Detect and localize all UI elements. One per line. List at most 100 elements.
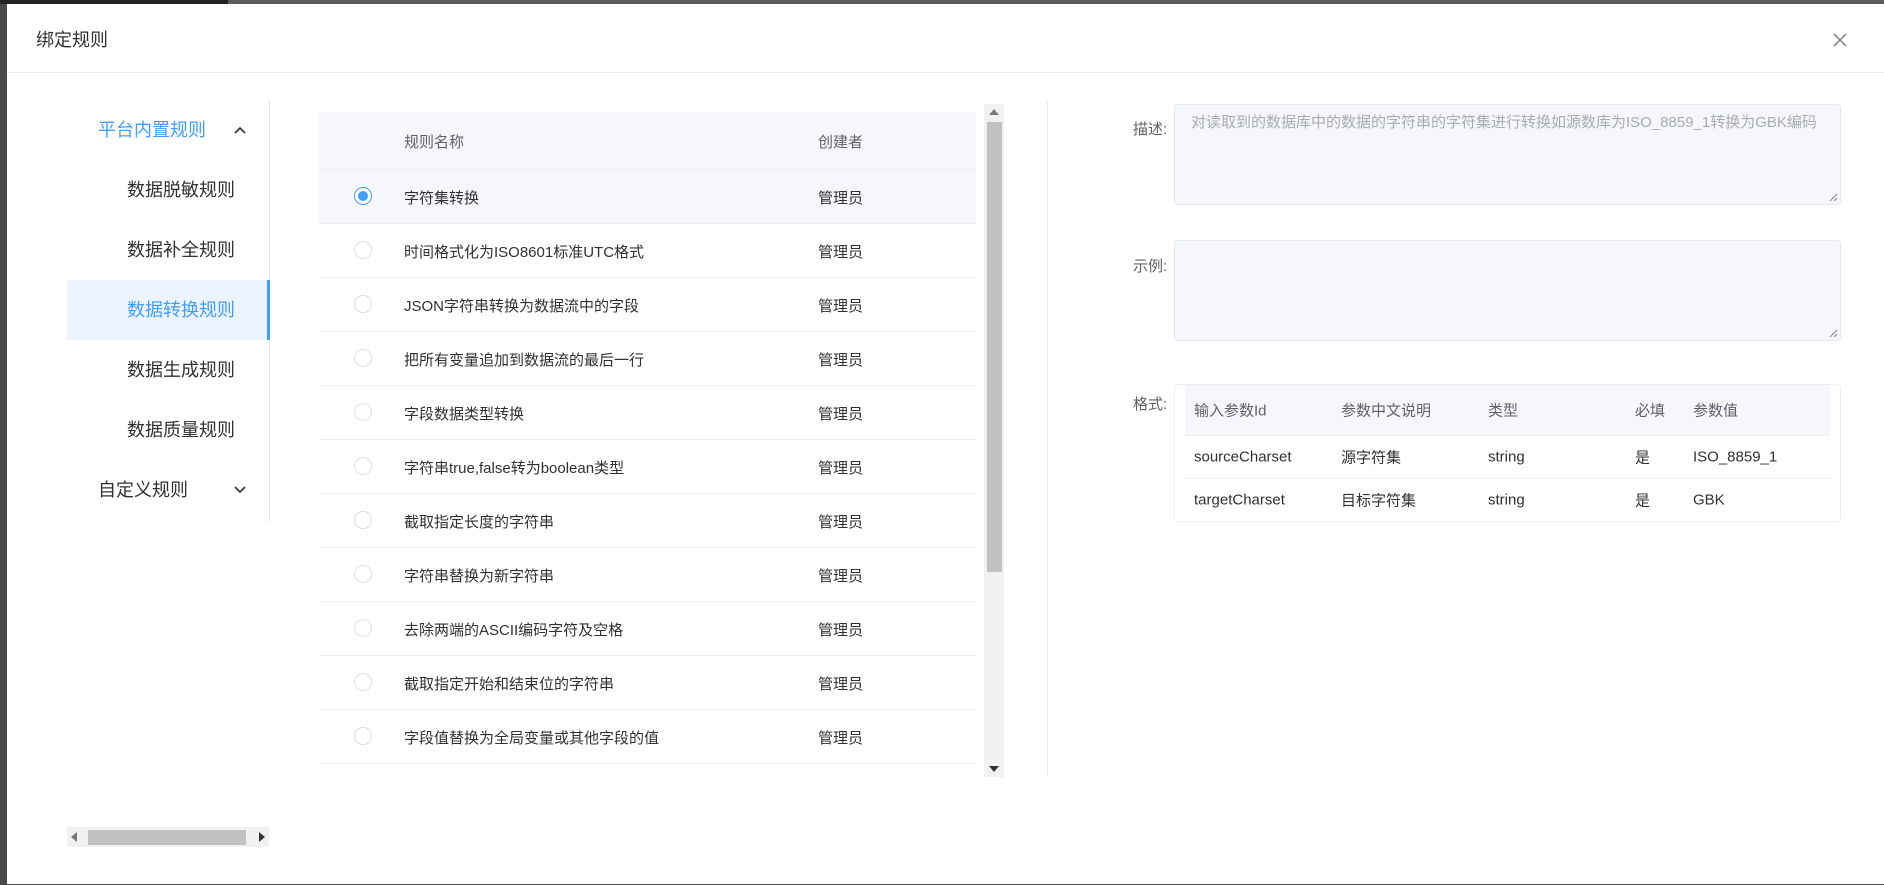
rule-name: 截取指定长度的字符串 [404, 514, 555, 531]
rule-owner: 管理员 [818, 244, 864, 261]
format-label: 格式: [1133, 396, 1168, 413]
row-radio[interactable] [354, 727, 372, 745]
table-row[interactable]: 去除两端的ASCII编码字符及空格 管理员 [319, 602, 976, 656]
param-value: GBK [1693, 491, 1725, 509]
param-table-inner: 输入参数Id 参数中文说明 类型 必填 参数值 sourceCharset 源字… [1185, 385, 1830, 521]
row-radio[interactable] [354, 187, 372, 205]
param-table-header: 输入参数Id 参数中文说明 类型 必填 参数值 [1185, 385, 1830, 436]
row-radio[interactable] [354, 619, 372, 637]
param-header-desc: 参数中文说明 [1341, 402, 1432, 420]
rule-name: 把所有变量追加到数据流的最后一行 [404, 352, 645, 369]
menu-horizontal-scrollbar[interactable] [67, 827, 269, 847]
description-text: 对读取到的数据库中的数据的字符串的字符集进行转换如源数库为ISO_8859_1转… [1191, 114, 1817, 131]
panel-divider [1047, 100, 1048, 777]
table-header: 规则名称 创建者 [319, 112, 976, 170]
table-row[interactable]: 把所有变量追加到数据流的最后一行 管理员 [319, 332, 976, 386]
menu-item-label: 数据转换规则 [127, 300, 235, 320]
rule-name: 去除两端的ASCII编码字符及空格 [404, 622, 624, 639]
param-header-value: 参数值 [1693, 402, 1739, 420]
rule-name: JSON字符串转换为数据流中的字段 [404, 298, 640, 315]
param-id: targetCharset [1194, 491, 1285, 509]
scroll-right-arrow-icon[interactable] [259, 832, 265, 842]
rule-name: 字符串替换为新字符串 [404, 568, 555, 585]
scroll-left-arrow-icon[interactable] [71, 832, 77, 842]
row-radio[interactable] [354, 295, 372, 313]
param-required: 是 [1635, 492, 1651, 510]
menu-item-label: 数据生成规则 [127, 360, 235, 380]
table-vertical-scrollbar[interactable] [984, 104, 1004, 777]
example-label: 示例: [1133, 258, 1168, 275]
menu-item-quality[interactable]: 数据质量规则 [67, 400, 269, 460]
rule-owner: 管理员 [818, 622, 864, 639]
table-row[interactable]: 字符串true,false转为boolean类型 管理员 [319, 440, 976, 494]
param-row: sourceCharset 源字符集 string 是 ISO_8859_1 [1185, 436, 1830, 479]
rule-owner: 管理员 [818, 460, 864, 477]
scroll-up-arrow-icon[interactable] [989, 109, 999, 115]
resize-handle-icon[interactable] [1829, 329, 1838, 338]
menu-item-label: 数据质量规则 [127, 420, 235, 440]
rule-owner: 管理员 [818, 676, 864, 693]
row-radio[interactable] [354, 565, 372, 583]
scrollbar-thumb[interactable] [88, 830, 246, 845]
dialog-title: 绑定规则 [36, 30, 108, 50]
row-radio[interactable] [354, 511, 372, 529]
rule-table: 规则名称 创建者 字符集转换 管理员 时间格式化为ISO8601标准UTC格式 管理… [319, 112, 976, 777]
table-row[interactable]: 截取指定开始和结束位的字符串 管理员 [319, 656, 976, 710]
param-type: string [1488, 448, 1525, 466]
param-desc: 目标字符集 [1341, 492, 1417, 510]
description-textarea[interactable]: 对读取到的数据库中的数据的字符串的字符集进行转换如源数库为ISO_8859_1转… [1174, 104, 1841, 205]
table-row[interactable]: 字段数据类型转换 管理员 [319, 386, 976, 440]
menu-item-desensitize[interactable]: 数据脱敏规则 [67, 160, 269, 220]
row-radio[interactable] [354, 403, 372, 421]
table-row[interactable]: 时间格式化为ISO8601标准UTC格式 管理员 [319, 224, 976, 278]
row-radio[interactable] [354, 349, 372, 367]
rule-owner: 管理员 [818, 190, 864, 207]
menu-group-builtin[interactable]: 平台内置规则 [67, 100, 269, 160]
param-table: 输入参数Id 参数中文说明 类型 必填 参数值 sourceCharset 源字… [1174, 384, 1841, 522]
param-required: 是 [1635, 449, 1651, 467]
param-desc: 源字符集 [1341, 449, 1402, 467]
rule-name: 字段数据类型转换 [404, 406, 525, 423]
param-row: targetCharset 目标字符集 string 是 GBK [1185, 479, 1830, 521]
param-id: sourceCharset [1194, 448, 1292, 466]
description-label: 描述: [1133, 121, 1168, 138]
menu-item-label: 数据脱敏规则 [127, 180, 235, 200]
menu-item-transform[interactable]: 数据转换规则 [67, 280, 270, 340]
rule-owner: 管理员 [818, 352, 864, 369]
rule-name: 字符集转换 [404, 190, 480, 207]
dialog-header: 绑定规则 [7, 4, 1884, 73]
rule-name: 字符串true,false转为boolean类型 [404, 460, 625, 477]
row-radio[interactable] [354, 457, 372, 475]
param-value: ISO_8859_1 [1693, 448, 1778, 466]
menu-group-custom[interactable]: 自定义规则 [67, 460, 269, 520]
row-radio[interactable] [354, 673, 372, 691]
table-row[interactable]: 截取指定长度的字符串 管理员 [319, 494, 976, 548]
menu-item-complete[interactable]: 数据补全规则 [67, 220, 269, 280]
rule-name: 字段值替换为全局变量或其他字段的值 [404, 730, 660, 747]
rule-owner: 管理员 [818, 568, 864, 585]
column-header-owner: 创建者 [818, 134, 864, 151]
menu-item-generate[interactable]: 数据生成规则 [67, 340, 269, 400]
scroll-down-arrow-icon[interactable] [989, 766, 999, 772]
menu-group-label: 自定义规则 [98, 480, 188, 500]
rule-owner: 管理员 [818, 406, 864, 423]
param-type: string [1488, 491, 1525, 509]
table-body: 字符集转换 管理员 时间格式化为ISO8601标准UTC格式 管理员 JSON字符串… [319, 170, 976, 764]
param-header-type: 类型 [1488, 402, 1519, 420]
close-icon[interactable] [1832, 32, 1848, 48]
table-row[interactable]: JSON字符串转换为数据流中的字段 管理员 [319, 278, 976, 332]
table-row[interactable]: 字段值替换为全局变量或其他字段的值 管理员 [319, 710, 976, 764]
rule-category-menu: 平台内置规则 数据脱敏规则 数据补全规则 数据转换规则 数据生成规则 数据质量规… [67, 100, 270, 522]
param-header-id: 输入参数Id [1194, 402, 1267, 420]
table-row[interactable]: 字符串替换为新字符串 管理员 [319, 548, 976, 602]
table-row[interactable]: 字符集转换 管理员 [319, 170, 976, 224]
row-radio[interactable] [354, 241, 372, 259]
param-header-required: 必填 [1635, 402, 1666, 420]
menu-group-label: 平台内置规则 [98, 120, 206, 140]
resize-handle-icon[interactable] [1829, 193, 1838, 202]
rule-name: 截取指定开始和结束位的字符串 [404, 676, 615, 693]
rule-name: 时间格式化为ISO8601标准UTC格式 [404, 244, 645, 261]
chevron-down-icon [233, 460, 247, 520]
example-textarea[interactable] [1174, 240, 1841, 341]
scrollbar-thumb[interactable] [987, 122, 1002, 572]
